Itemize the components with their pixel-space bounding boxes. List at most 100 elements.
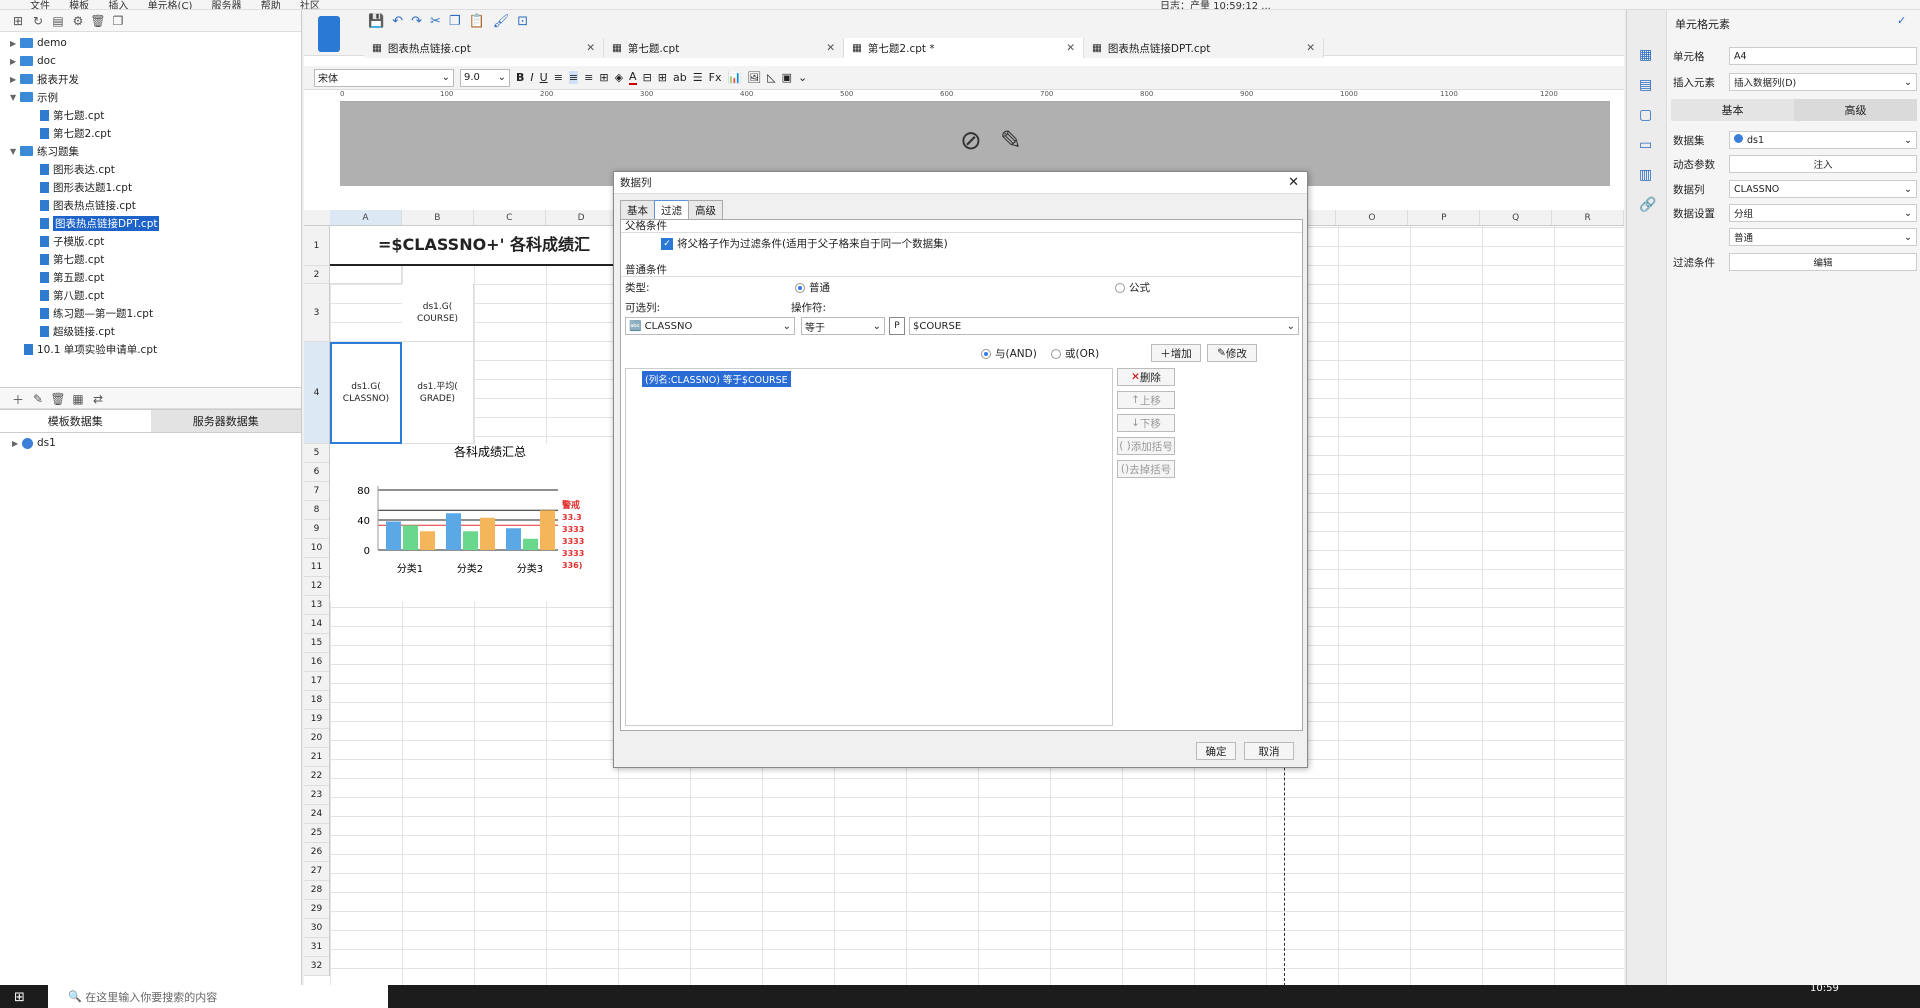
align-right-icon[interactable]: ≡ [584, 71, 593, 84]
windows-start-icon[interactable]: ⊞ [14, 990, 25, 1005]
cell-b3[interactable]: ds1.G( COURSE) [402, 284, 474, 342]
expand-icon[interactable]: ▶ [12, 439, 22, 448]
row-header[interactable]: 26 [304, 843, 329, 862]
menu-insert[interactable]: 插入 [108, 0, 128, 9]
column-header[interactable]: A [330, 210, 402, 225]
row-header[interactable]: 9 [304, 520, 329, 539]
tree-item-file[interactable]: 第五题.cpt [10, 268, 301, 286]
open-icon[interactable]: ▤ [50, 13, 66, 29]
column-header[interactable]: O [1336, 210, 1409, 225]
row-header[interactable]: 24 [304, 805, 329, 824]
row-header[interactable]: 21 [304, 748, 329, 767]
row-header[interactable]: 11 [304, 558, 329, 577]
tree-item-file[interactable]: 第七题.cpt [10, 106, 301, 124]
copy-icon[interactable]: ❐ [449, 14, 461, 29]
column-select[interactable]: CLASSNO ⌄ [1729, 180, 1917, 198]
tree-item-file[interactable]: 超级链接.cpt [10, 322, 301, 340]
tree-item-file[interactable]: 第八题.cpt [10, 286, 301, 304]
row-header[interactable]: 32 [304, 957, 329, 976]
edit-icon[interactable]: ✎ [30, 391, 46, 407]
cell-attribute-icon[interactable]: ▤ [1639, 70, 1666, 100]
column-select[interactable]: 🔤 CLASSNO ⌄ [625, 317, 795, 335]
close-icon[interactable]: ✕ [586, 42, 595, 54]
cut-icon[interactable]: ✂ [430, 14, 441, 29]
menu-community[interactable]: 社区 [300, 0, 320, 9]
tab-basic[interactable]: 基本 [620, 200, 655, 220]
row-header[interactable]: 13 [304, 596, 329, 615]
pencil-icon[interactable]: ✎ [1000, 126, 1022, 156]
text-icon[interactable]: ab [673, 71, 687, 84]
menu-template[interactable]: 模板 [69, 0, 89, 9]
column-header[interactable]: R [1552, 210, 1625, 225]
tree-item-file[interactable]: 练习题—第一题1.cpt [10, 304, 301, 322]
preview-icon[interactable]: ▦ [70, 391, 86, 407]
paste-icon[interactable]: 📋 [469, 14, 485, 29]
tree-item-file-selected[interactable]: 图表热点链接DPT.cpt [10, 214, 301, 232]
row-header[interactable]: 7 [304, 482, 329, 501]
tree-item-file[interactable]: 图形表达题1.cpt [10, 178, 301, 196]
row-header[interactable]: 12 [304, 577, 329, 596]
tab-file-active[interactable]: ▦ 第七题2.cpt * ✕ [844, 38, 1084, 58]
row-header[interactable]: 16 [304, 653, 329, 672]
row-header[interactable]: 30 [304, 919, 329, 938]
tab-server-dataset[interactable]: 服务器数据集 [150, 410, 301, 432]
remove-bracket-button[interactable]: () 去掉括号 [1117, 460, 1175, 478]
font-color-icon[interactable]: A [629, 70, 637, 85]
chart[interactable]: 各科成绩汇总 80 40 0 分类1 分类2 分类3 警戒 33.3 3333 3333 3333 33… [330, 444, 630, 602]
taskbar-search[interactable]: 🔍 在这里输入你要搜索的内容 [48, 985, 388, 1008]
or-radio[interactable]: 或(OR) [1051, 346, 1099, 361]
delete-button[interactable]: ✕ 删除 [1117, 368, 1175, 386]
tab-template-dataset[interactable]: 模板数据集 [0, 410, 151, 432]
row-header[interactable]: 8 [304, 501, 329, 520]
condition-item[interactable]: (列名:CLASSNO) 等于$COURSE [642, 371, 791, 387]
row-header[interactable]: 31 [304, 938, 329, 957]
expand-icon[interactable]: ▶ [10, 75, 20, 84]
setting-select-2[interactable]: 普通 ⌄ [1729, 228, 1917, 246]
slash-icon[interactable]: ◺ [767, 71, 775, 84]
close-icon[interactable]: ✕ [826, 42, 835, 54]
row-header[interactable]: 19 [304, 710, 329, 729]
align-left-icon[interactable]: ≡ [554, 71, 563, 84]
row-header[interactable]: 28 [304, 881, 329, 900]
pin-icon[interactable]: ✓ [1897, 14, 1906, 27]
row-header[interactable]: 3 [304, 284, 329, 342]
row-header[interactable]: 25 [304, 824, 329, 843]
new-file-icon[interactable]: ⊞ [10, 13, 26, 29]
type-formula-radio[interactable]: 公式 [1115, 280, 1150, 295]
menu-file[interactable]: 文件 [30, 0, 50, 9]
column-header[interactable]: Q [1480, 210, 1553, 225]
tree-item-demo[interactable]: ▶ demo [10, 34, 301, 52]
column-header[interactable]: B [402, 210, 474, 225]
insert-select[interactable]: 插入数据列(D) ⌄ [1729, 73, 1917, 91]
cell-input[interactable]: A4 [1729, 47, 1917, 65]
undo-icon[interactable]: ↶ [392, 14, 403, 29]
subreport-icon[interactable]: ▣ [782, 71, 792, 84]
tree-item-file[interactable]: 10.1 单项实验申请单.cpt [10, 340, 301, 358]
design-mode-icon[interactable] [318, 16, 340, 52]
row-header[interactable]: 6 [304, 463, 329, 482]
tab-file[interactable]: ▦ 第七题.cpt ✕ [604, 38, 844, 58]
format-painter-icon[interactable]: 🖌 [493, 14, 510, 29]
tree-item-file[interactable]: 图表热点链接.cpt [10, 196, 301, 214]
param-type-icon[interactable]: P [889, 317, 905, 335]
widget-icon[interactable]: ▭ [1639, 130, 1666, 160]
delete-icon[interactable]: 🗑 [90, 13, 106, 29]
rich-text-icon[interactable]: ☰ [693, 71, 703, 84]
setting-select[interactable]: 分组 ⌄ [1729, 204, 1917, 222]
hyperlink-icon[interactable]: 🔗 [1639, 190, 1666, 220]
save-icon[interactable]: 💾 [368, 14, 384, 29]
expand-icon[interactable]: ▶ [10, 57, 20, 66]
tree-item-file[interactable]: 图形表达.cpt [10, 160, 301, 178]
row-header[interactable]: 15 [304, 634, 329, 653]
condition-icon[interactable]: ▢ [1639, 100, 1666, 130]
param-value-select[interactable]: $COURSE ⌄ [909, 317, 1299, 335]
font-select[interactable]: 宋体 ⌄ [314, 68, 454, 87]
redo-icon[interactable]: ↷ [411, 14, 422, 29]
tree-item-doc[interactable]: ▶ doc [10, 52, 301, 70]
more-icon[interactable]: ⌄ [798, 71, 807, 84]
filter-edit-button[interactable]: 编辑 [1729, 253, 1917, 271]
add-button[interactable]: ＋增加 [1151, 344, 1201, 362]
row-header[interactable]: 29 [304, 900, 329, 919]
tab-filter[interactable]: 过滤 [654, 200, 689, 220]
refresh-icon[interactable]: ↻ [30, 13, 46, 29]
